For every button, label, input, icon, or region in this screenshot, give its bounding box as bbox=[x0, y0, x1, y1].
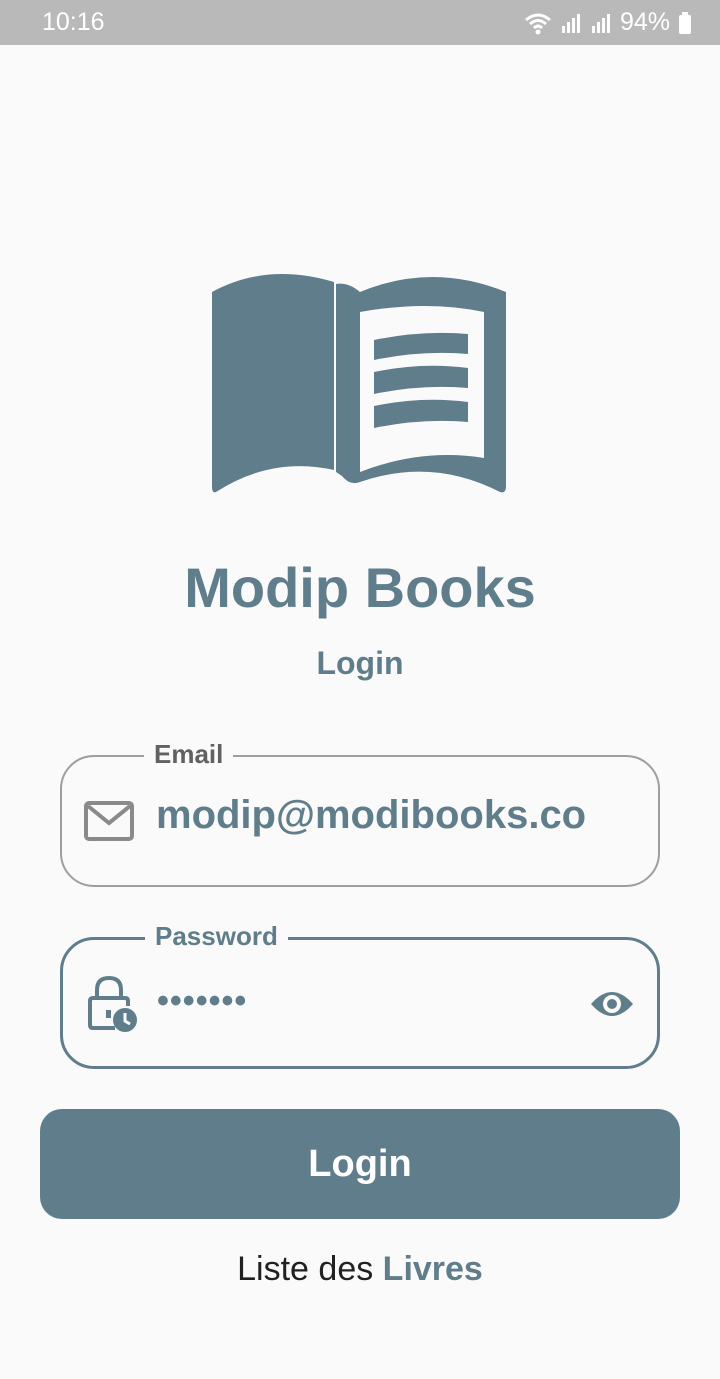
battery-icon bbox=[679, 11, 691, 34]
password-label: Password bbox=[145, 919, 288, 953]
password-value: ••••••• bbox=[157, 982, 248, 1020]
email-field[interactable]: Email modip@modibooks.co bbox=[60, 737, 660, 887]
battery-percent: 94% bbox=[619, 8, 670, 36]
status-icons: 94% bbox=[524, 8, 692, 37]
signal-icon bbox=[561, 13, 580, 33]
status-bar: 10:16 94% bbox=[0, 0, 720, 45]
status-time: 10:16 bbox=[42, 8, 105, 36]
app-title: Modip Books bbox=[184, 556, 536, 619]
book-list-link[interactable]: Liste des Livres bbox=[0, 1250, 720, 1289]
wifi-icon bbox=[524, 13, 551, 34]
email-label: Email bbox=[144, 737, 234, 771]
open-book-icon bbox=[212, 274, 506, 493]
login-button[interactable]: Login bbox=[40, 1109, 680, 1219]
lock-clock-icon bbox=[88, 976, 137, 1032]
book-list-link-text[interactable]: Livres bbox=[383, 1250, 483, 1288]
eye-icon[interactable] bbox=[589, 988, 635, 1020]
mail-icon bbox=[84, 801, 134, 841]
book-list-prefix: Liste des bbox=[237, 1250, 383, 1288]
page-title: Login bbox=[316, 645, 404, 681]
email-value: modip@modibooks.co bbox=[156, 793, 587, 837]
password-field[interactable]: Password ••••••• bbox=[60, 919, 660, 1069]
signal-icon bbox=[591, 13, 610, 33]
